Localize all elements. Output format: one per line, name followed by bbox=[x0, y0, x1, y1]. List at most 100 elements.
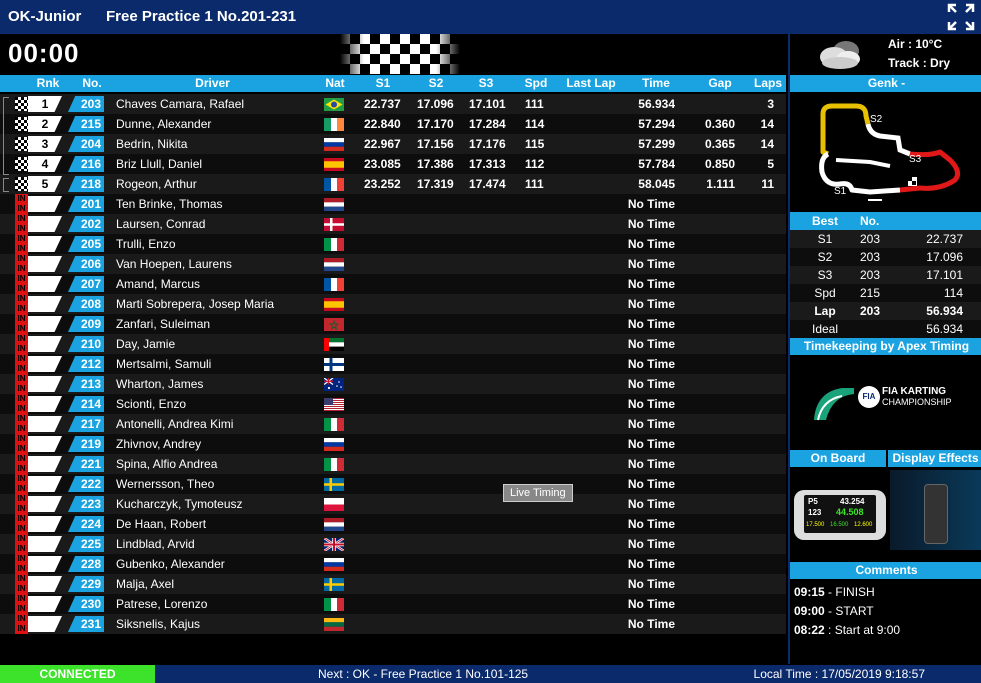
table-row[interactable]: IN IN 214 Scionti, Enzo No Time bbox=[0, 394, 786, 414]
driver-name[interactable]: Kucharczyk, Tymoteusz bbox=[116, 497, 243, 511]
best-time: No Time bbox=[627, 597, 675, 611]
nation-flag-icon bbox=[324, 458, 344, 471]
table-row[interactable]: IN IN 231 Siksnelis, Kajus No Time bbox=[0, 614, 786, 634]
table-row[interactable]: IN IN 219 Zhivnov, Andrey No Time bbox=[0, 434, 786, 454]
table-row[interactable]: IN IN 201 Ten Brinke, Thomas No Time bbox=[0, 194, 786, 214]
driver-name[interactable]: Marti Sobrepera, Josep Maria bbox=[116, 297, 274, 311]
driver-name[interactable]: Siksnelis, Kajus bbox=[116, 617, 200, 631]
driver-name[interactable]: Laursen, Conrad bbox=[116, 217, 205, 231]
table-row[interactable]: IN IN 205 Trulli, Enzo No Time bbox=[0, 234, 786, 254]
table-row[interactable]: IN IN 225 Lindblad, Arvid No Time bbox=[0, 534, 786, 554]
driver-name[interactable]: Zanfari, Suleiman bbox=[116, 317, 210, 331]
driver-name[interactable]: Van Hoepen, Laurens bbox=[116, 257, 232, 271]
table-row[interactable]: IN IN 206 Van Hoepen, Laurens No Time bbox=[0, 254, 786, 274]
driver-name[interactable]: Gubenko, Alexander bbox=[116, 557, 225, 571]
col-spd[interactable]: Spd bbox=[518, 76, 554, 90]
table-row[interactable]: IN IN 229 Malja, Axel No Time bbox=[0, 574, 786, 594]
table-row[interactable]: IN IN 222 Wernersson, Theo No Time bbox=[0, 474, 786, 494]
col-no[interactable]: No. bbox=[76, 76, 108, 90]
table-row[interactable]: 1 203 Chaves Camara, Rafael 22.737 17.096 17.… bbox=[0, 94, 786, 114]
col-s1[interactable]: S1 bbox=[365, 76, 401, 90]
col-s3[interactable]: S3 bbox=[468, 76, 504, 90]
in-pit-badge: IN IN bbox=[15, 354, 28, 374]
best-panel: Best No. S1 203 22.737 S2 203 17.096 S3 203 17.1… bbox=[790, 212, 981, 338]
driver-name[interactable]: Antonelli, Andrea Kimi bbox=[116, 417, 233, 431]
best-row: S2 203 17.096 bbox=[790, 248, 981, 266]
table-row[interactable]: IN IN 223 Kucharczyk, Tymoteusz No Time bbox=[0, 494, 786, 514]
col-s2[interactable]: S2 bbox=[418, 76, 454, 90]
driver-name[interactable]: Spina, Alfio Andrea bbox=[116, 457, 217, 471]
onboard-heading[interactable]: On Board bbox=[790, 450, 886, 467]
display-effects-heading[interactable]: Display Effects bbox=[888, 450, 981, 467]
in-pit-label: IN bbox=[17, 224, 26, 233]
table-row[interactable]: 4 216 Briz Llull, Daniel 23.085 17.386 17.313… bbox=[0, 154, 786, 174]
in-pit-label: IN bbox=[17, 424, 26, 433]
table-row[interactable]: IN IN 208 Marti Sobrepera, Josep Maria No Ti… bbox=[0, 294, 786, 314]
driver-name[interactable]: Amand, Marcus bbox=[116, 277, 200, 291]
kart-number: 215 bbox=[68, 116, 104, 132]
driver-name[interactable]: Mertsalmi, Samuli bbox=[116, 357, 211, 371]
table-row[interactable]: 3 204 Bedrin, Nikita 22.967 17.156 17.176 115 0… bbox=[0, 134, 786, 154]
timekeeping-heading[interactable]: Timekeeping by Apex Timing bbox=[790, 338, 981, 355]
comments-heading[interactable]: Comments bbox=[790, 562, 981, 579]
connection-status: CONNECTED bbox=[0, 665, 155, 683]
table-row[interactable]: IN IN 228 Gubenko, Alexander No Time bbox=[0, 554, 786, 574]
kart-number: 212 bbox=[68, 356, 104, 372]
driver-name[interactable]: Dunne, Alexander bbox=[116, 117, 211, 131]
driver-name[interactable]: Chaves Camara, Rafael bbox=[116, 97, 244, 111]
col-last-lap[interactable]: Last Lap bbox=[560, 76, 622, 90]
best-time: No Time bbox=[627, 617, 675, 631]
table-row[interactable]: IN IN 213 Wharton, James No Time bbox=[0, 374, 786, 394]
sector-1: 23.252 bbox=[364, 177, 401, 191]
kart-number: 204 bbox=[68, 136, 104, 152]
nation-flag-icon bbox=[324, 438, 344, 451]
driver-name[interactable]: Scionti, Enzo bbox=[116, 397, 186, 411]
table-row[interactable]: IN IN 202 Laursen, Conrad No Time bbox=[0, 214, 786, 234]
in-pit-label: IN bbox=[17, 294, 26, 303]
rank-badge-empty bbox=[28, 576, 62, 592]
driver-name[interactable]: Zhivnov, Andrey bbox=[116, 437, 201, 451]
onboard-num: 123 bbox=[808, 508, 822, 517]
driver-name[interactable]: Trulli, Enzo bbox=[116, 237, 176, 251]
kart-number: 219 bbox=[68, 436, 104, 452]
table-row[interactable]: IN IN 230 Patrese, Lorenzo No Time bbox=[0, 594, 786, 614]
driver-name[interactable]: Malja, Axel bbox=[116, 577, 174, 591]
rank-badge-empty bbox=[28, 196, 62, 212]
table-row[interactable]: 2 215 Dunne, Alexander 22.840 17.170 17.284 11… bbox=[0, 114, 786, 134]
col-time[interactable]: Time bbox=[634, 76, 678, 90]
session-timer: 00:00 bbox=[8, 38, 80, 68]
display-effects-preview[interactable] bbox=[890, 470, 981, 550]
col-laps[interactable]: Laps bbox=[748, 76, 788, 90]
col-gap[interactable]: Gap bbox=[700, 76, 740, 90]
table-row[interactable]: IN IN 207 Amand, Marcus No Time bbox=[0, 274, 786, 294]
driver-name[interactable]: Wharton, James bbox=[116, 377, 203, 391]
best-value: 56.934 bbox=[926, 322, 963, 336]
fullscreen-icon[interactable] bbox=[947, 3, 975, 31]
driver-name[interactable]: Patrese, Lorenzo bbox=[116, 597, 207, 611]
table-row[interactable]: IN IN 212 Mertsalmi, Samuli No Time bbox=[0, 354, 786, 374]
col-nat[interactable]: Nat bbox=[318, 76, 352, 90]
driver-name[interactable]: Wernersson, Theo bbox=[116, 477, 214, 491]
onboard-phone[interactable]: P5 43.254 123 44.508 17.500 16.500 12.60… bbox=[794, 490, 886, 540]
table-row[interactable]: IN IN 209 Zanfari, Suleiman No Time bbox=[0, 314, 786, 334]
best-value: 17.101 bbox=[926, 268, 963, 282]
col-driver[interactable]: Driver bbox=[160, 76, 265, 90]
table-row[interactable]: IN IN 210 Day, Jamie No Time bbox=[0, 334, 786, 354]
driver-name[interactable]: Bedrin, Nikita bbox=[116, 137, 187, 151]
driver-name[interactable]: Briz Llull, Daniel bbox=[116, 157, 202, 171]
driver-name[interactable]: Rogeon, Arthur bbox=[116, 177, 197, 191]
table-row[interactable]: IN IN 217 Antonelli, Andrea Kimi No Time bbox=[0, 414, 786, 434]
in-pit-badge: IN IN bbox=[15, 494, 28, 514]
driver-name[interactable]: De Haan, Robert bbox=[116, 517, 206, 531]
table-row[interactable]: IN IN 224 De Haan, Robert No Time bbox=[0, 514, 786, 534]
driver-name[interactable]: Ten Brinke, Thomas bbox=[116, 197, 223, 211]
table-row[interactable]: IN IN 221 Spina, Alfio Andrea No Time bbox=[0, 454, 786, 474]
laps: 11 bbox=[761, 177, 774, 191]
col-rnk[interactable]: Rnk bbox=[30, 76, 66, 90]
track-condition: Track : Dry bbox=[888, 56, 951, 70]
track-name[interactable]: Genk - bbox=[790, 75, 981, 92]
driver-name[interactable]: Day, Jamie bbox=[116, 337, 175, 351]
driver-name[interactable]: Lindblad, Arvid bbox=[116, 537, 195, 551]
table-row[interactable]: 5 218 Rogeon, Arthur 23.252 17.319 17.474 111 1… bbox=[0, 174, 786, 194]
best-label: S2 bbox=[817, 250, 833, 264]
